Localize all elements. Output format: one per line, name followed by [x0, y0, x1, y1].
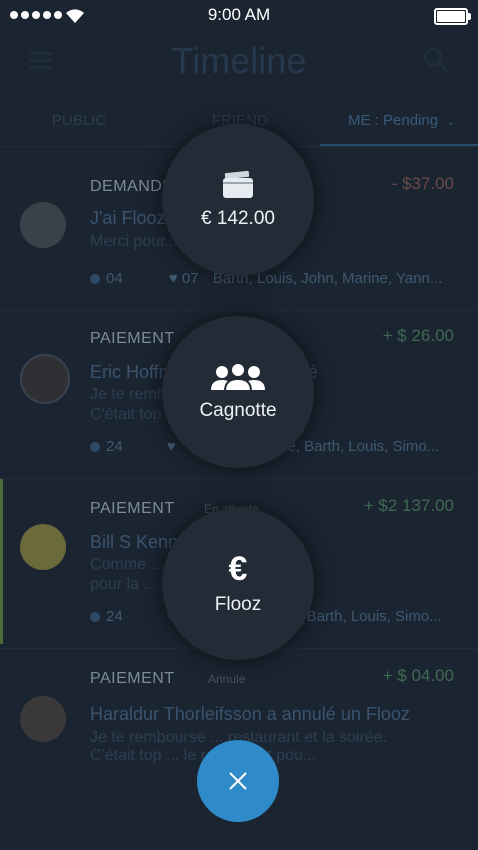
- cagnotte-button[interactable]: Cagnotte: [162, 316, 314, 468]
- transaction-type: PAIEMENT: [90, 500, 175, 517]
- close-button[interactable]: [197, 740, 279, 822]
- comment-count: 04: [106, 270, 123, 287]
- transaction-type: PAIEMENT: [90, 670, 175, 687]
- comment-count: 24: [106, 438, 123, 455]
- divider: [0, 310, 478, 311]
- chevron-down-icon: ⌄: [446, 116, 456, 128]
- group-icon: [211, 362, 265, 392]
- tab-me-pending[interactable]: ME : Pending ⌄: [348, 112, 455, 129]
- status-badge: Annulé: [208, 672, 246, 686]
- comment-icon[interactable]: [90, 442, 100, 452]
- balance-amount: € 142.00: [201, 208, 275, 229]
- transaction-amount: - $37.00: [391, 174, 454, 193]
- comment-count: 24: [106, 608, 123, 625]
- wallet-icon: [223, 170, 253, 198]
- cagnotte-label: Cagnotte: [199, 400, 277, 421]
- avatar: [20, 524, 66, 570]
- heart-icon[interactable]: ♥: [167, 438, 176, 455]
- transaction-amount: + $2 137.00: [363, 496, 454, 515]
- close-icon: [229, 772, 247, 790]
- avatar: [20, 354, 70, 404]
- euro-icon: €: [228, 550, 248, 588]
- avatar: [20, 696, 66, 742]
- transaction-type: PAIEMENT: [90, 330, 175, 347]
- avatar: [20, 202, 66, 248]
- transaction-type: DEMANDE: [90, 178, 174, 195]
- search-icon[interactable]: [422, 46, 450, 74]
- transaction-headline: Haraldur Thorleifsson a annulé un Flooz: [90, 704, 410, 724]
- comment-icon[interactable]: [90, 612, 100, 622]
- balance-bubble[interactable]: € 142.00: [162, 124, 314, 276]
- transaction-meta: 04 ♥ 07 Barth, Louis, John, Marine, Yann…: [90, 270, 442, 287]
- transaction-description-line: Je te rembourse ... restaurant et la soi…: [90, 729, 388, 746]
- flooz-label: Flooz: [214, 594, 262, 615]
- page-title: Timeline: [171, 40, 307, 81]
- comment-icon[interactable]: [90, 274, 100, 284]
- transaction-amount: + $ 04.00: [382, 666, 454, 685]
- tab-public[interactable]: PUBLIC: [52, 112, 106, 129]
- transaction-amount: + $ 26.00: [382, 326, 454, 345]
- tab-me-label: ME : Pending: [348, 112, 439, 129]
- heart-icon[interactable]: ♥: [169, 270, 178, 287]
- divider: [0, 478, 478, 479]
- like-count: 07: [181, 270, 199, 287]
- flooz-button[interactable]: € Flooz: [162, 508, 314, 660]
